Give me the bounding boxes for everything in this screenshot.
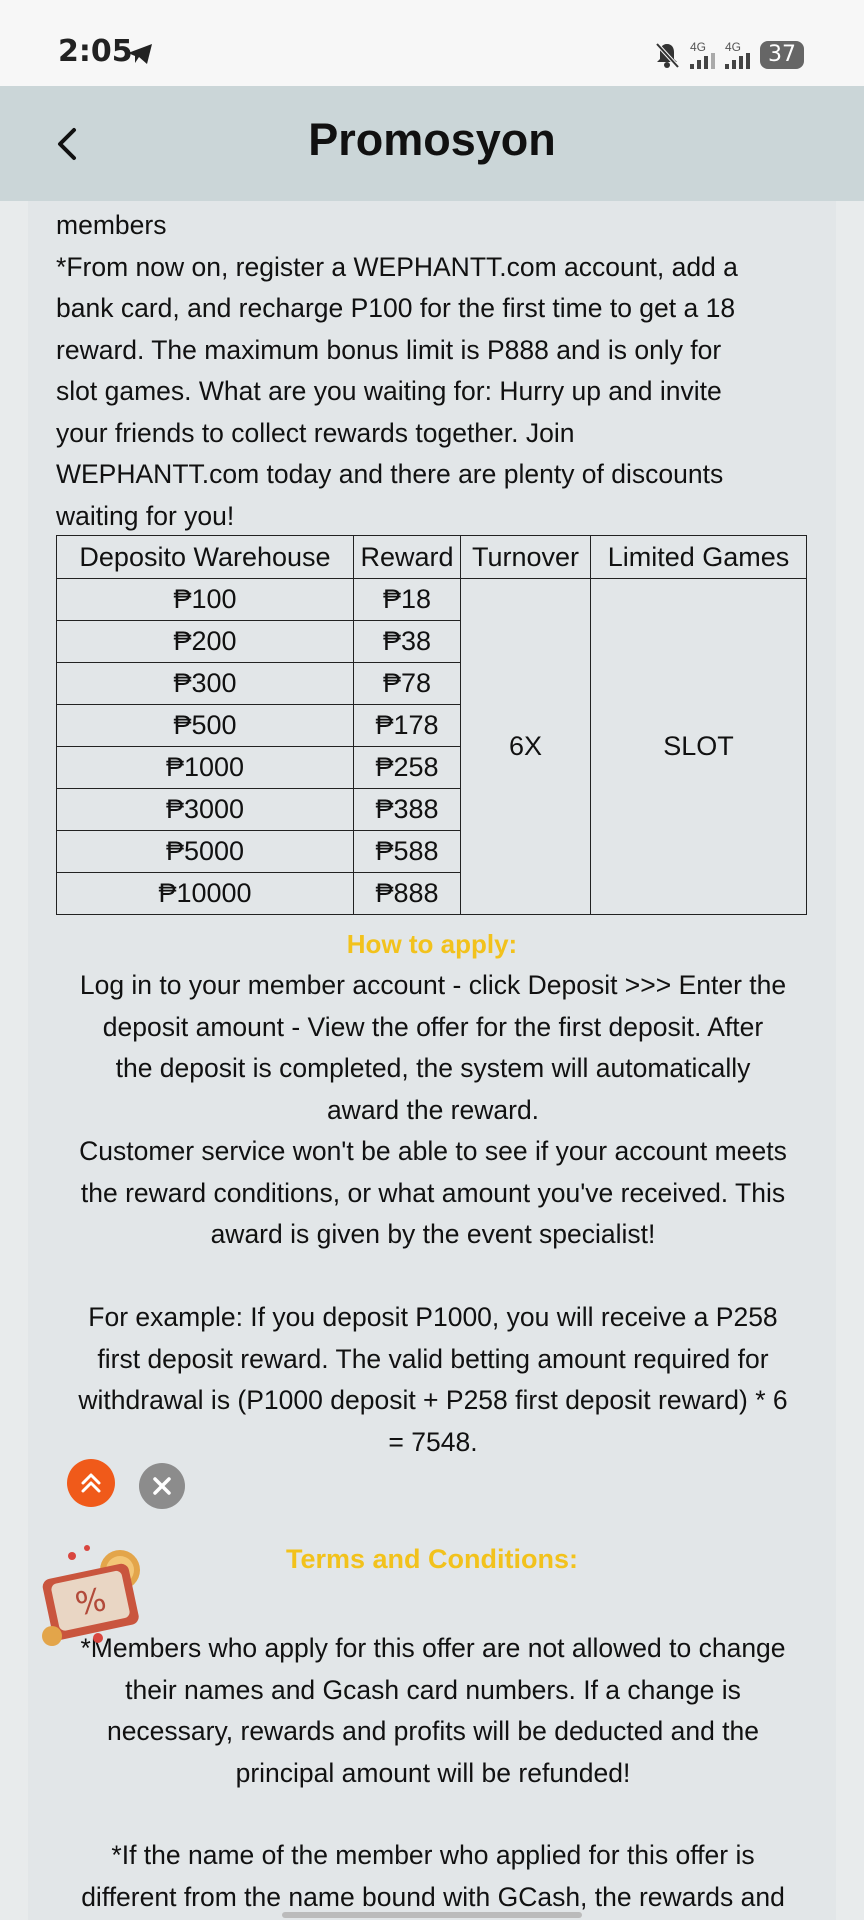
- signal-1-icon: 4G: [690, 41, 715, 69]
- reward-cell: ₱588: [353, 830, 461, 873]
- text-line: necessary, rewards and profits will be d…: [106, 1716, 760, 1746]
- deposit-cell: ₱100: [56, 578, 354, 621]
- example-text: For example: If you deposit P1000, you w…: [48, 1297, 818, 1463]
- text-line: withdrawal is (P1000 deposit + P258 firs…: [78, 1385, 788, 1415]
- network-1-label: 4G: [690, 40, 707, 54]
- text-line: deposit amount - View the offer for the …: [102, 1011, 764, 1042]
- signal-2-icon: 4G: [725, 41, 750, 69]
- reward-cell: ₱38: [353, 620, 461, 663]
- deposit-cell: ₱200: [56, 620, 354, 663]
- text-line: members: [56, 210, 167, 240]
- reward-cell: ₱888: [353, 872, 461, 915]
- reward-cell: ₱388: [353, 788, 461, 831]
- reward-table: Deposito Warehouse Reward Turnover Limit…: [56, 535, 807, 915]
- text-line: Customer service won't be able to see if…: [79, 1136, 787, 1166]
- status-bar: 2:05 4G 4G 37: [0, 0, 864, 86]
- scroll-to-top-button[interactable]: [67, 1459, 115, 1507]
- close-icon: [153, 1477, 171, 1495]
- turnover-cell: 6X: [460, 578, 591, 915]
- text-line: the deposit is completed, the system wil…: [115, 1053, 751, 1083]
- how-to-apply-text: Log in to your member account - click De…: [48, 965, 818, 1131]
- text-line: bank card, and recharge P100 for the fir…: [56, 293, 736, 323]
- deposit-cell: ₱3000: [56, 788, 354, 831]
- home-indicator: [282, 1912, 582, 1918]
- promo-gift-icon[interactable]: %: [32, 1540, 157, 1650]
- text-line: first deposit reward. The valid betting …: [97, 1343, 769, 1374]
- deposit-cell: ₱5000: [56, 830, 354, 873]
- text-line: slot games. What are you waiting for: Hu…: [56, 376, 722, 406]
- header-limited-games: Limited Games: [590, 535, 807, 579]
- table-header-row: Deposito Warehouse Reward Turnover Limit…: [56, 535, 807, 579]
- terms-text-2: *If the name of the member who applied f…: [48, 1835, 818, 1918]
- deposit-cell: ₱10000: [56, 872, 354, 915]
- reward-cell: ₱258: [353, 746, 461, 789]
- telegram-icon: [128, 44, 152, 64]
- header-deposit: Deposito Warehouse: [56, 535, 354, 579]
- reward-cell: ₱78: [353, 662, 461, 705]
- deposit-cell: ₱500: [56, 704, 354, 747]
- text-line: your friends to collect rewards together…: [56, 417, 575, 448]
- customer-service-text: Customer service won't be able to see if…: [48, 1131, 818, 1256]
- text-line: Log in to your member account - click De…: [79, 970, 787, 1000]
- bell-off-icon: [655, 42, 680, 69]
- double-chevron-up-icon: [81, 1473, 101, 1493]
- table-row: ₱100 ₱18 6X SLOT: [56, 578, 807, 915]
- text-line: *If the name of the member who applied f…: [111, 1840, 755, 1870]
- status-time: 2:05: [58, 34, 133, 69]
- promo-content[interactable]: members *From now on, register a WEPHANT…: [28, 201, 836, 1920]
- text-line: award the reward.: [326, 1094, 540, 1125]
- status-icons: 4G 4G 37: [654, 38, 804, 72]
- text-line: award is given by the event specialist!: [210, 1219, 656, 1249]
- deposit-cell: ₱300: [56, 662, 354, 705]
- reward-cell: ₱178: [353, 704, 461, 747]
- battery-indicator: 37: [760, 41, 804, 69]
- deposit-cell: ₱1000: [56, 746, 354, 789]
- text-line: For example: If you deposit P1000, you w…: [88, 1302, 778, 1332]
- text-line: WEPHANTT.com today and there are plenty …: [56, 459, 724, 489]
- how-to-apply-title: How to apply:: [346, 929, 518, 959]
- text-line: principal amount will be refunded!: [235, 1757, 631, 1788]
- header-turnover: Turnover: [460, 535, 591, 579]
- text-line: the reward conditions, or what amount yo…: [80, 1177, 786, 1208]
- text-line: *Members who apply for this offer are no…: [80, 1633, 786, 1663]
- network-2-label: 4G: [725, 40, 742, 54]
- close-floating-button[interactable]: [139, 1463, 185, 1509]
- page-title: Promosyon: [308, 114, 556, 165]
- terms-text-1: *Members who apply for this offer are no…: [48, 1628, 818, 1794]
- app-header: Promosyon: [0, 86, 864, 201]
- text-line: = 7548.: [388, 1426, 478, 1457]
- text-line: reward. The maximum bonus limit is P888 …: [56, 334, 722, 365]
- header-reward: Reward: [353, 535, 461, 579]
- limited-games-cell: SLOT: [590, 578, 807, 915]
- intro-text: members *From now on, register a WEPHANT…: [56, 205, 816, 537]
- text-line: their names and Gcash card numbers. If a…: [125, 1674, 741, 1705]
- reward-cell: ₱18: [353, 578, 461, 621]
- text-line: waiting for you!: [56, 500, 235, 531]
- text-line: *From now on, register a WEPHANTT.com ac…: [56, 251, 738, 282]
